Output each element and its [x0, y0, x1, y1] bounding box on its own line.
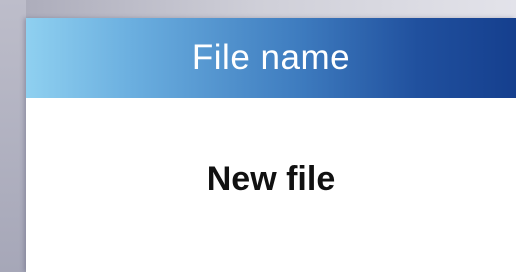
background-left [0, 0, 26, 272]
dialog-title: File name [191, 38, 351, 77]
file-name-dialog: File name New file [26, 18, 516, 272]
dialog-header: File name [26, 18, 516, 98]
file-name-field[interactable]: New file [26, 160, 516, 199]
dialog-body: New file [26, 98, 516, 272]
background-top [0, 0, 516, 18]
